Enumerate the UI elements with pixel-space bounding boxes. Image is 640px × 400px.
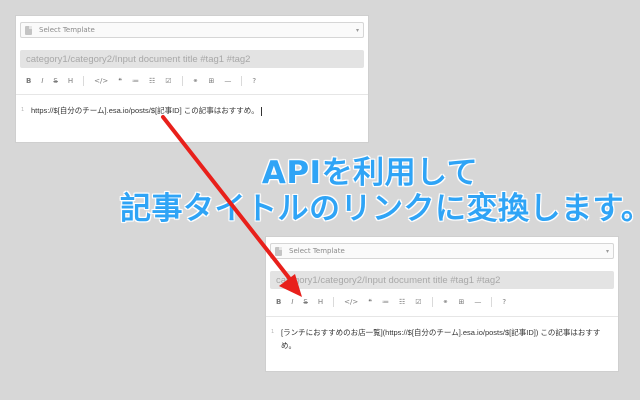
document-icon	[25, 25, 32, 35]
checkbox-button[interactable]: ☑	[165, 77, 171, 85]
line-number: 1	[271, 329, 275, 335]
editor-content[interactable]: https://$[自分のチーム].esa.io/posts/$[記事ID] こ…	[31, 104, 360, 117]
title-input[interactable]: category1/category2/Input document title…	[270, 271, 614, 289]
template-select[interactable]: Select Template ▾	[270, 243, 614, 259]
document-icon	[275, 246, 282, 256]
checkbox-button[interactable]: ☑	[415, 298, 421, 306]
table-button[interactable]: ⊞	[458, 298, 464, 306]
markdown-toolbar: B I S H </> ❝ ≔ ☷ ☑ ⚭ ⊞ — ?	[276, 295, 614, 309]
chevron-down-icon: ▾	[605, 247, 609, 255]
bold-button[interactable]: B	[276, 298, 281, 306]
text-cursor	[260, 106, 262, 116]
help-button[interactable]: ?	[252, 77, 256, 85]
code-button[interactable]: </>	[94, 77, 108, 85]
hr-button[interactable]: —	[474, 298, 481, 306]
toolbar-divider	[83, 76, 85, 86]
chevron-down-icon: ▾	[355, 26, 359, 34]
bullet-list-button[interactable]: ≔	[382, 298, 389, 306]
italic-button[interactable]: I	[291, 298, 293, 306]
editor-text: https://$[自分のチーム].esa.io/posts/$[記事ID] こ…	[31, 106, 259, 115]
markdown-toolbar: B I S H </> ❝ ≔ ☷ ☑ ⚭ ⊞ — ?	[26, 74, 364, 88]
code-button[interactable]: </>	[344, 298, 358, 306]
italic-button[interactable]: I	[41, 77, 43, 85]
quote-button[interactable]: ❝	[118, 77, 122, 85]
hr-button[interactable]: —	[224, 77, 231, 85]
numbered-list-button[interactable]: ☷	[399, 298, 405, 306]
template-select[interactable]: Select Template ▾	[20, 22, 364, 38]
help-button[interactable]: ?	[502, 298, 506, 306]
template-select-label: Select Template	[39, 26, 95, 34]
toolbar-divider	[241, 76, 243, 86]
markdown-editor[interactable]: 1 [ランチにおすすめのお店一覧](https://$[自分のチーム].esa.…	[266, 316, 618, 371]
title-input[interactable]: category1/category2/Input document title…	[20, 50, 364, 68]
editor-panel-before: Select Template ▾ category1/category2/In…	[16, 16, 368, 142]
template-select-label: Select Template	[289, 247, 345, 255]
link-button[interactable]: ⚭	[443, 298, 449, 306]
toolbar-divider	[333, 297, 335, 307]
toolbar-divider	[431, 297, 433, 307]
strikethrough-button[interactable]: S	[303, 298, 307, 306]
table-button[interactable]: ⊞	[208, 77, 214, 85]
heading-button[interactable]: H	[68, 77, 73, 85]
headline-line-2: 記事タイトルのリンクに変換します。	[120, 191, 640, 227]
line-number: 1	[21, 107, 25, 113]
bullet-list-button[interactable]: ≔	[132, 77, 139, 85]
editor-text: [ランチにおすすめのお店一覧](https://$[自分のチーム].esa.io…	[281, 328, 601, 350]
numbered-list-button[interactable]: ☷	[149, 77, 155, 85]
editor-panel-after: Select Template ▾ category1/category2/In…	[266, 237, 618, 371]
link-button[interactable]: ⚭	[193, 77, 199, 85]
markdown-editor[interactable]: 1 https://$[自分のチーム].esa.io/posts/$[記事ID]…	[16, 94, 368, 142]
toolbar-divider	[181, 76, 183, 86]
strikethrough-button[interactable]: S	[53, 77, 57, 85]
toolbar-divider	[491, 297, 493, 307]
heading-button[interactable]: H	[318, 298, 323, 306]
bold-button[interactable]: B	[26, 77, 31, 85]
quote-button[interactable]: ❝	[368, 298, 372, 306]
editor-content[interactable]: [ランチにおすすめのお店一覧](https://$[自分のチーム].esa.io…	[281, 326, 610, 352]
